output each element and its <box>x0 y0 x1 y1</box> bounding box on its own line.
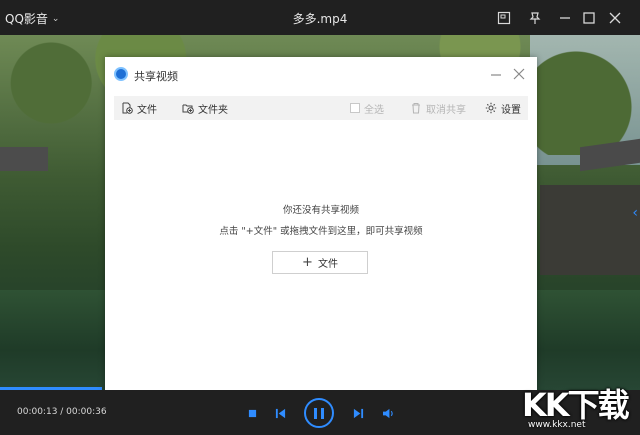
settings-button[interactable]: 设置 <box>485 101 521 116</box>
cancel-share-button[interactable]: 取消共享 <box>410 101 466 116</box>
minimize-icon <box>491 74 501 76</box>
pause-icon-bar-left <box>314 407 317 419</box>
file-title: 多多.mp4 <box>292 12 348 26</box>
mini-mode-icon <box>497 11 511 25</box>
pause-button[interactable] <box>304 398 334 428</box>
empty-state-title: 你还没有共享视频 <box>282 205 359 216</box>
stop-icon <box>248 409 256 417</box>
playback-time: 00:00:13 / 00:00:36 <box>17 407 107 417</box>
empty-state-hint: 点击 "+文件" 或拖拽文件到这里，即可共享视频 <box>219 226 423 237</box>
add-file-main-button[interactable]: + 文件 <box>272 251 368 274</box>
skip-back-icon <box>275 408 285 418</box>
minimize-button[interactable] <box>556 9 574 27</box>
close-button[interactable] <box>606 9 624 27</box>
add-file-icon <box>122 102 133 114</box>
dialog-close-button[interactable] <box>512 67 526 81</box>
add-file-main-label: 文件 <box>317 259 338 270</box>
stop-button[interactable] <box>246 407 258 419</box>
maximize-icon <box>583 12 595 24</box>
pause-icon-bar-right <box>321 407 324 419</box>
close-icon <box>609 12 621 24</box>
plus-icon: + <box>302 255 313 270</box>
volume-icon <box>382 408 393 418</box>
dialog-toolbar: 文件 文件夹 全选 取消共享 设置 <box>114 96 528 120</box>
watermark-url: www.kkx.net <box>528 420 586 430</box>
pin-icon <box>529 12 541 24</box>
add-file-label: 文件 <box>137 104 157 116</box>
select-all-label: 全选 <box>364 104 384 116</box>
share-logo-icon <box>114 67 128 81</box>
add-file-button[interactable]: 文件 <box>121 101 157 116</box>
settings-label: 设置 <box>501 104 521 116</box>
share-video-dialog: 共享视频 文件 文件夹 全选 取消共享 设置 你还没有共享视频 点击 "+文件"… <box>105 57 537 395</box>
select-all-checkbox[interactable]: 全选 <box>350 101 384 116</box>
video-pavilion <box>540 185 640 275</box>
title-bar: QQ影音 ⌄ 多多.mp4 <box>0 0 640 35</box>
site-watermark: KK下载 www.kkx.net <box>522 380 638 435</box>
video-roof-left <box>0 147 48 171</box>
mini-mode-button[interactable] <box>495 9 513 27</box>
skip-forward-icon <box>353 408 363 418</box>
add-folder-button[interactable]: 文件夹 <box>182 101 228 116</box>
pin-button[interactable] <box>526 9 544 27</box>
next-button[interactable] <box>351 407 365 419</box>
cancel-share-label: 取消共享 <box>426 104 466 116</box>
add-folder-label: 文件夹 <box>198 104 228 116</box>
previous-button[interactable] <box>273 407 287 419</box>
volume-button[interactable] <box>381 407 395 419</box>
dialog-minimize-button[interactable] <box>489 67 503 81</box>
maximize-button[interactable] <box>580 9 598 27</box>
chevron-left-icon[interactable]: ‹ <box>632 205 638 221</box>
dialog-title: 共享视频 <box>134 70 178 83</box>
close-icon <box>513 68 525 80</box>
minimize-icon <box>560 17 570 19</box>
dialog-header: 共享视频 <box>105 57 537 93</box>
checkbox-icon <box>350 103 360 113</box>
gear-icon <box>485 102 497 114</box>
trash-icon <box>412 103 420 114</box>
add-folder-icon <box>182 104 194 114</box>
